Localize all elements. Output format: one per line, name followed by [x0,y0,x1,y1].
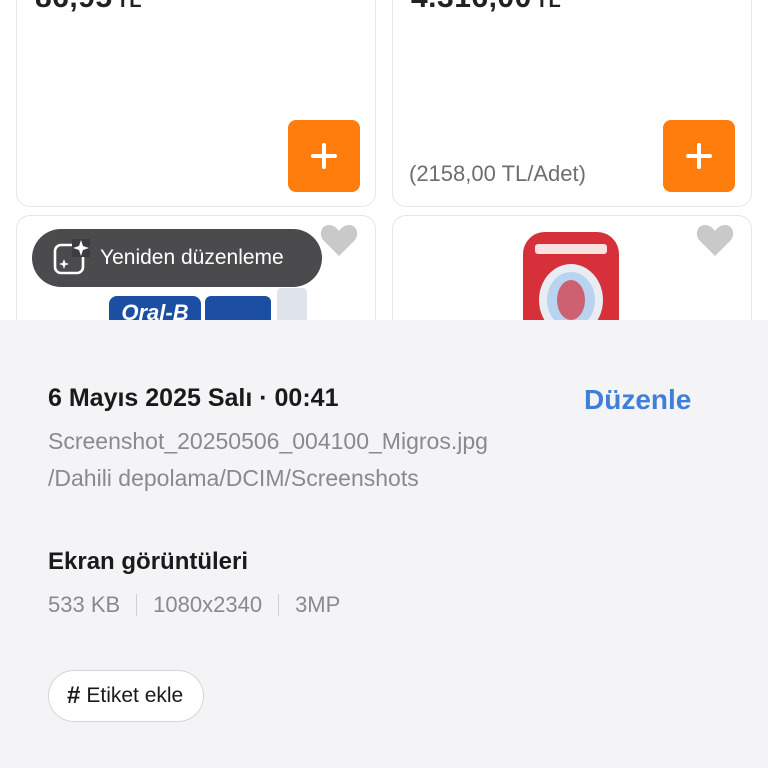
reedit-label: Yeniden düzenleme [100,246,284,269]
add-tag-button[interactable]: # Etiket ekle [48,670,205,722]
reedit-button[interactable]: Yeniden düzenleme [32,229,322,287]
product-price: 4.316,00TL [411,0,561,15]
add-tag-label: Etiket ekle [86,684,184,707]
file-meta-row: 533 KB 1080x2340 3MP [48,592,340,618]
file-path: /Dahili depolama/DCIM/Screenshots [48,465,419,491]
plus-icon [311,143,337,169]
product-box-side [277,288,307,320]
hash-icon: # [67,682,81,709]
album-name: Ekran görüntüleri [48,548,249,575]
product-grid: 86,95TL 4.316,00TL (2158,00 TL/Adet) Ora… [0,0,768,320]
product-card[interactable]: 86,95TL [16,0,376,207]
brand-logo: Oral-B [109,296,201,320]
date-time: 6 Mayıs 2025 Salı · 00:41 [48,384,339,412]
price-currency: TL [116,0,143,12]
image-megapixels: 3MP [295,592,341,617]
product-price: 86,95TL [35,0,142,15]
add-to-cart-button[interactable] [663,120,735,192]
file-size: 533 KB [48,592,121,617]
sparkle-edit-icon [53,239,90,275]
product-card[interactable]: 4.316,00TL (2158,00 TL/Adet) [392,0,752,207]
product-image-toothbrush [523,232,619,320]
product-image-toothpaste: Oral-B [109,288,307,320]
heart-icon[interactable] [695,222,735,258]
add-to-cart-button[interactable] [288,120,360,192]
product-card[interactable] [392,215,752,320]
meta-divider [278,594,280,616]
heart-icon[interactable] [319,222,359,258]
price-value: 86,95 [35,0,113,14]
unit-price: (2158,00 TL/Adet) [409,161,586,186]
gallery-details-screen: 86,95TL 4.316,00TL (2158,00 TL/Adet) Ora… [0,0,768,768]
price-value: 4.316,00 [411,0,532,14]
price-currency: TL [535,0,562,12]
image-resolution: 1080x2340 [153,592,263,617]
details-sheet: 6 Mayıs 2025 Salı · 00:41 Düzenle Screen… [0,320,768,768]
plus-icon [686,143,712,169]
edit-details-button[interactable]: Düzenle [584,384,691,416]
meta-divider [136,594,138,616]
brand-logo-secondary [205,296,271,320]
file-name: Screenshot_20250506_004100_Migros.jpg [48,428,488,454]
